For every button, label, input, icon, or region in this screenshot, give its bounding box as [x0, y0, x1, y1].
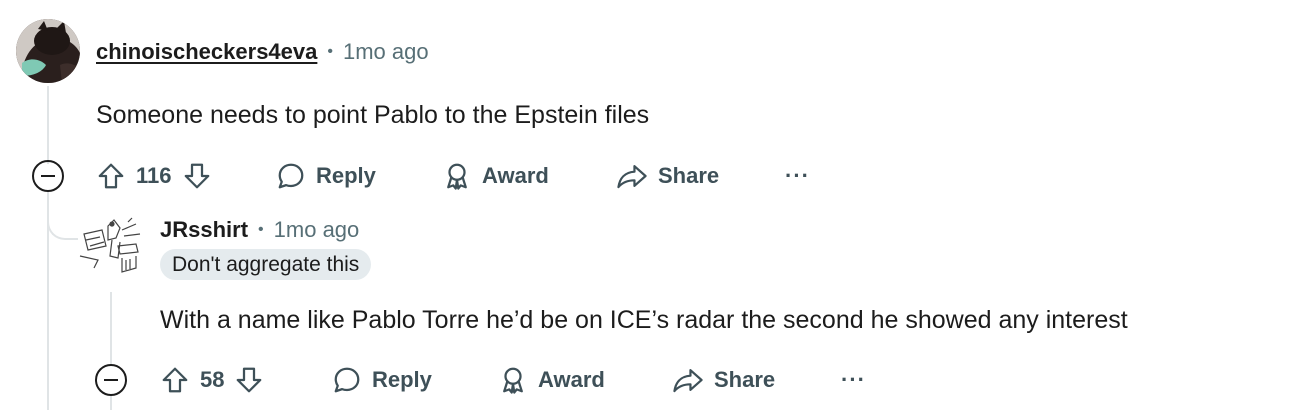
separator-dot: • — [258, 221, 264, 238]
share-button[interactable]: Share — [616, 158, 719, 194]
more-options-button[interactable]: ··· — [841, 362, 866, 398]
user-flair: Don't aggregate this — [160, 249, 372, 280]
award-ribbon-icon — [498, 365, 528, 395]
speech-bubble-icon — [276, 161, 306, 191]
collapse-button[interactable] — [32, 160, 64, 192]
arrow-up-icon[interactable] — [96, 161, 126, 191]
arrow-down-icon[interactable] — [182, 161, 212, 191]
collapse-button[interactable] — [95, 364, 127, 396]
award-label: Award — [538, 367, 605, 392]
comment-body: With a name like Pablo Torre he’d be on … — [160, 306, 1128, 334]
vote-count: 58 — [200, 367, 225, 392]
reply-thread-line[interactable] — [110, 396, 112, 410]
avatar[interactable] — [16, 19, 80, 83]
share-arrow-icon — [672, 365, 704, 395]
award-ribbon-icon — [442, 161, 472, 191]
arrow-up-icon[interactable] — [160, 365, 190, 395]
reply-button[interactable]: Reply — [276, 158, 376, 194]
timestamp[interactable]: 1mo ago — [274, 217, 360, 243]
username-link[interactable]: JRsshirt — [160, 217, 248, 243]
award-label: Award — [482, 163, 549, 188]
minus-circle-icon — [41, 175, 55, 177]
minus-circle-icon — [104, 379, 118, 381]
comment-body: Someone needs to point Pablo to the Epst… — [96, 101, 650, 129]
share-button[interactable]: Share — [672, 362, 775, 398]
speech-bubble-icon — [332, 365, 362, 395]
vote-count: 116 — [136, 163, 172, 188]
comment-header: chinoischeckers4eva • 1mo ago — [96, 38, 429, 66]
arrow-down-icon[interactable] — [234, 365, 264, 395]
avatar[interactable] — [78, 216, 144, 278]
timestamp[interactable]: 1mo ago — [343, 39, 429, 65]
reply-thread-line[interactable] — [110, 292, 112, 364]
share-arrow-icon — [616, 161, 648, 191]
vote-controls: 58 — [160, 362, 264, 398]
username-link[interactable]: chinoischeckers4eva — [96, 39, 317, 65]
share-label: Share — [658, 163, 720, 188]
reply-label: Reply — [316, 163, 376, 188]
separator-dot: • — [327, 43, 333, 60]
thread-line[interactable] — [47, 86, 49, 164]
vote-controls: 116 — [96, 158, 212, 194]
share-label: Share — [714, 367, 776, 392]
reply-button[interactable]: Reply — [332, 362, 432, 398]
thread-line[interactable] — [47, 190, 49, 410]
more-options-button[interactable]: ··· — [785, 158, 810, 194]
reply-label: Reply — [372, 367, 432, 392]
comment-thread: chinoischeckers4eva • 1mo ago Someone ne… — [0, 0, 1296, 410]
comment-header: JRsshirt • 1mo ago — [160, 216, 359, 244]
award-button[interactable]: Award — [498, 362, 605, 398]
award-button[interactable]: Award — [442, 158, 549, 194]
